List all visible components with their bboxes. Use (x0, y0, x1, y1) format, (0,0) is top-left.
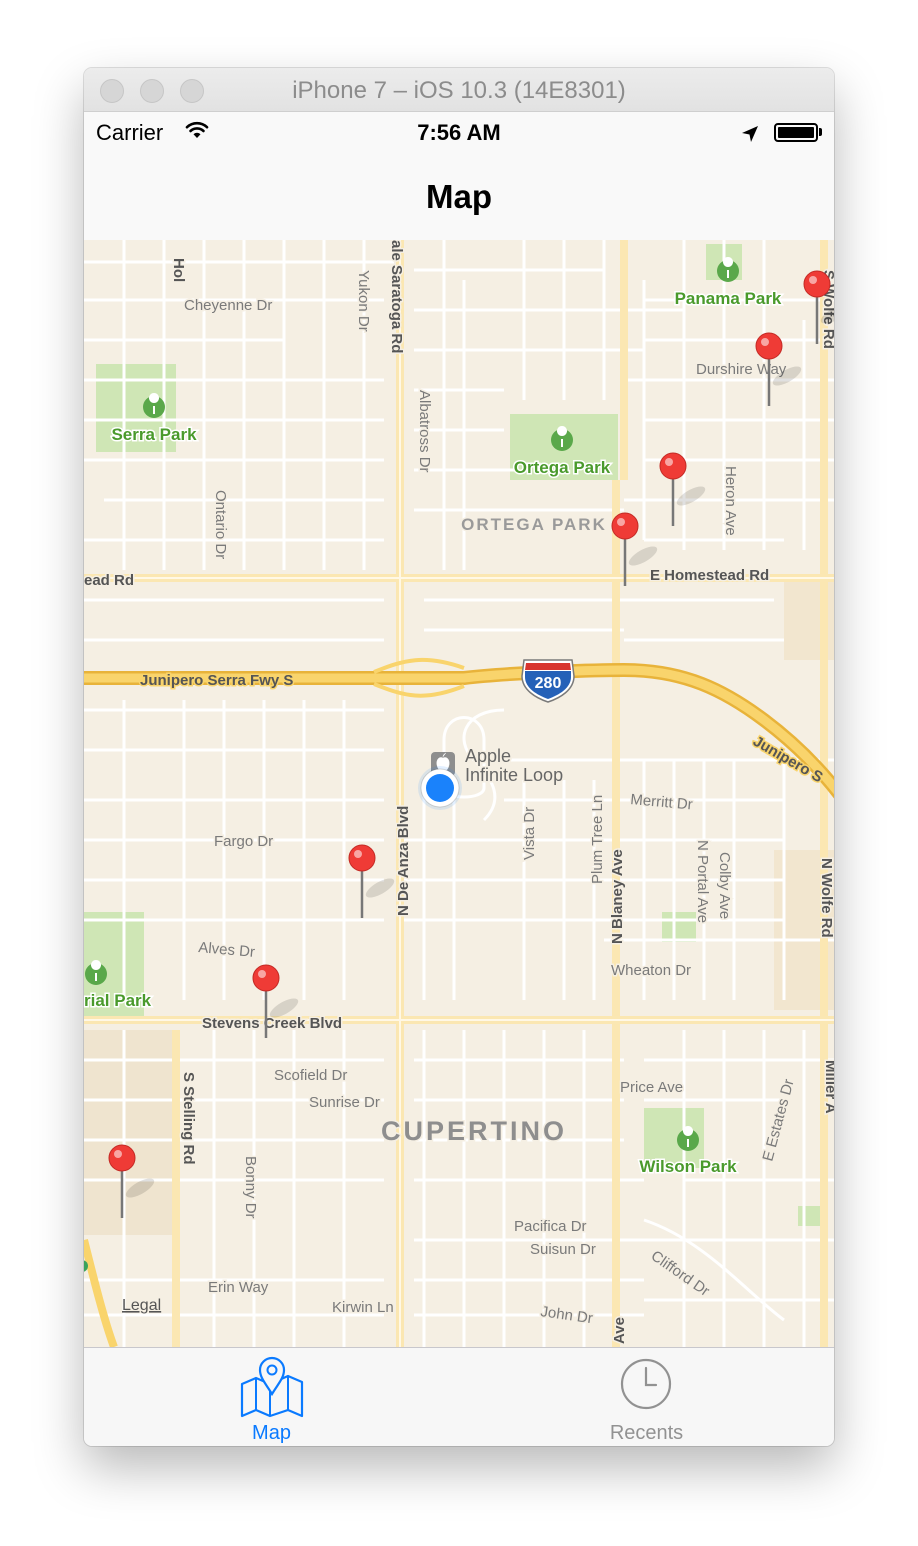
street-label: Yukon Dr (355, 270, 372, 332)
park-label: Wilson Park (639, 1157, 737, 1176)
park-label: Ortega Park (514, 458, 611, 477)
street-label: Erin Way (208, 1279, 269, 1296)
street-label: Plum Tree Ln (589, 795, 606, 884)
street-label: Cheyenne Dr (184, 297, 272, 314)
street-label: Wheaton Dr (611, 962, 691, 979)
street-label: E Homestead Rd (650, 567, 769, 584)
street-label: Kirwin Ln (332, 1299, 394, 1316)
poi-label-line2: Infinite Loop (465, 765, 563, 785)
street-label: Miller A (822, 1060, 834, 1114)
park-area (798, 1206, 820, 1226)
user-location-dot[interactable] (418, 766, 462, 810)
street-label: N Blaney Ave (609, 849, 626, 944)
neighborhood-label: ORTEGA PARK (461, 515, 607, 534)
street-label: Pacifica Dr (514, 1218, 587, 1235)
status-time: 7:56 AM (417, 120, 501, 145)
tab-recents[interactable]: Recents (459, 1348, 834, 1446)
map-view[interactable]: Panama Park Serra Park Ortega Park rial … (84, 240, 834, 1347)
street-label: Colby Ave (716, 852, 733, 919)
street-label: Hol (170, 258, 187, 282)
street-label: Price Ave (620, 1079, 683, 1096)
clock-icon (620, 1358, 672, 1410)
simulator-window: iPhone 7 – iOS 10.3 (14E8301) Carrier 7:… (84, 68, 834, 1446)
street-label: Stevens Creek Blvd (202, 1015, 342, 1032)
window-titlebar: iPhone 7 – iOS 10.3 (14E8301) (84, 68, 834, 112)
street-label: Suisun Dr (530, 1241, 596, 1258)
street-label: N Portal Ave (694, 840, 711, 923)
street-label: ale Saratoga Rd (388, 240, 405, 353)
tab-label-recents: Recents (609, 1422, 684, 1444)
poi-label-line1: Apple (465, 746, 511, 766)
status-bar: Carrier 7:56 AM (84, 112, 834, 154)
city-label: CUPERTINO (381, 1116, 567, 1146)
street-label: Ontario Dr (212, 490, 229, 559)
street-label: ead Rd (84, 572, 134, 589)
tab-bar: Map Recents (84, 1347, 834, 1446)
legal-link[interactable]: Legal (122, 1297, 161, 1314)
interstate-shield-label: 280 (535, 675, 562, 692)
street-label: Bonny Dr (242, 1156, 259, 1219)
street-label: Vista Dr (521, 807, 538, 860)
tab-map[interactable]: Map (84, 1348, 459, 1446)
location-arrow-icon (742, 126, 758, 142)
street-label: N Wolfe Rd (818, 858, 834, 938)
street-label: N De Anza Blvd (395, 806, 412, 916)
street-label: Junipero Serra Fwy S (140, 672, 293, 689)
street-label: Scofield Dr (274, 1067, 347, 1084)
park-label: Panama Park (675, 289, 782, 308)
street-label: Heron Ave (722, 466, 739, 536)
park-label: rial Park (84, 991, 152, 1010)
street-label: Albatross Dr (416, 390, 433, 473)
street-label: Fargo Dr (214, 833, 273, 850)
park-area (662, 912, 696, 942)
tab-label-map: Map (252, 1422, 291, 1444)
park-label: Serra Park (111, 425, 197, 444)
street-label: Sunrise Dr (309, 1094, 380, 1111)
navigation-bar: Map (84, 154, 834, 241)
battery-tip (819, 128, 822, 136)
window-title: iPhone 7 – iOS 10.3 (14E8301) (292, 77, 626, 104)
map-canvas[interactable]: Panama Park Serra Park Ortega Park rial … (84, 240, 834, 1347)
street-label: Ave (611, 1317, 628, 1344)
map-pin-icon (240, 1356, 304, 1418)
street-label: Durshire Way (696, 361, 787, 378)
nav-title: Map (426, 178, 492, 215)
street-label: S Stelling Rd (180, 1072, 197, 1165)
battery-icon (774, 123, 818, 142)
